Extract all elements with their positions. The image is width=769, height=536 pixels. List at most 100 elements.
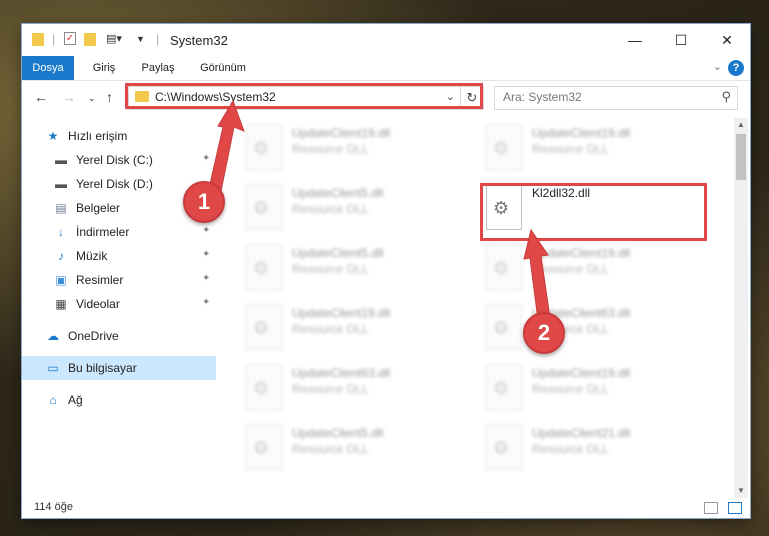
pin-icon[interactable]: ✦ — [202, 249, 210, 260]
dll-file-icon: ⚙ — [486, 424, 522, 470]
forward-arrow-icon[interactable]: → — [62, 89, 76, 105]
file-item[interactable]: ⚙ UpdateClient19.dll Resource DLL — [486, 244, 706, 294]
file-type: Resource DLL — [292, 262, 369, 276]
scroll-up-icon[interactable]: ▲ — [734, 118, 748, 132]
file-item[interactable]: ⚙ UpdateClient19.dll Resource DLL — [486, 124, 706, 174]
file-item[interactable]: ⚙ UpdateClient5.dll Resource DLL — [246, 244, 466, 294]
tiles-view-icon[interactable] — [728, 502, 742, 514]
recent-locations-chevron-icon[interactable]: ⌄ — [88, 93, 96, 104]
sidebar-item-pictures[interactable]: ▣ Resimler ✦ — [22, 268, 216, 292]
file-item[interactable]: ⚙ UpdateClient19.dll Resource DLL — [246, 124, 466, 174]
quick-access-dropdown-icon[interactable]: ▼ — [136, 34, 145, 50]
videos-icon: ▦ — [55, 297, 67, 311]
sidebar-item-label: Belgeler — [76, 201, 121, 215]
properties-icon[interactable]: ✓ — [64, 32, 76, 45]
gear-icon: ⚙ — [493, 318, 510, 338]
file-item[interactable]: ⚙ UpdateClient63.dll Resource DLL — [246, 364, 466, 414]
sidebar-item-quick-access[interactable]: ★ Hızlı erişim — [22, 124, 216, 148]
file-type: Resource DLL — [532, 442, 609, 456]
back-arrow-icon[interactable]: ← — [34, 89, 48, 105]
search-icon[interactable]: ⚲ — [721, 89, 731, 105]
sidebar-item-local-disk-c[interactable]: ▬ Yerel Disk (C:) ✦ — [22, 148, 216, 172]
gear-icon: ⚙ — [493, 378, 510, 398]
sidebar-item-label: Müzik — [76, 249, 108, 263]
file-item[interactable]: ⚙ UpdateClient5.dll Resource DLL — [246, 424, 466, 474]
sidebar-item-videos[interactable]: ▦ Videolar ✦ — [22, 292, 216, 316]
file-type: Resource DLL — [292, 322, 369, 336]
drive-icon: ▬ — [55, 153, 67, 167]
dll-file-icon: ⚙ — [246, 424, 282, 470]
scroll-down-icon[interactable]: ▼ — [734, 484, 748, 498]
tab-share[interactable]: Paylaş — [134, 56, 182, 80]
gear-icon: ⚙ — [493, 258, 510, 278]
new-folder-icon[interactable] — [84, 33, 96, 46]
sidebar-item-onedrive[interactable]: ☁ OneDrive — [22, 324, 216, 348]
gear-icon: ⚙ — [493, 138, 510, 158]
file-type: Resource DLL — [292, 382, 369, 396]
title-bar: | ✓ ▤▾ ▼ | System32 — ☐ ✕ — [22, 24, 750, 56]
sidebar-item-this-pc[interactable]: ▭ Bu bilgisayar — [22, 356, 216, 380]
dll-file-icon: ⚙ — [246, 244, 282, 290]
gear-icon: ⚙ — [253, 318, 270, 338]
pin-icon[interactable]: ✦ — [202, 273, 210, 284]
file-name: UpdateClient5.dll — [292, 186, 384, 200]
step-badge-1: 1 — [183, 181, 225, 223]
sidebar-item-label: Ağ — [68, 393, 83, 407]
file-name: UpdateClient5.dll — [292, 426, 384, 440]
sidebar-item-network[interactable]: ⌂ Ağ — [22, 388, 216, 412]
dll-file-icon: ⚙ — [246, 124, 282, 170]
scrollbar-thumb[interactable] — [736, 134, 746, 180]
tab-view[interactable]: Görünüm — [194, 56, 252, 80]
customize-toolbar-icon[interactable]: ▤▾ — [106, 32, 122, 48]
up-arrow-icon[interactable]: ↑ — [106, 89, 113, 105]
gear-icon: ⚙ — [253, 378, 270, 398]
close-button[interactable]: ✕ — [704, 24, 750, 56]
sidebar-item-label: Resimler — [76, 273, 124, 287]
file-name: UpdateClient63.dll — [292, 366, 391, 380]
dll-file-icon: ⚙ — [486, 244, 522, 290]
file-list: ⚙ UpdateClient19.dll Resource DLL ⚙ Upda… — [234, 118, 732, 498]
sidebar-item-label: Hızlı erişim — [68, 129, 128, 143]
file-name: UpdateClient19.dll — [532, 246, 631, 260]
download-icon: ↓ — [58, 225, 64, 239]
step-badge-2: 2 — [523, 312, 565, 354]
sidebar-item-downloads[interactable]: ↓ İndirmeler ✦ — [22, 220, 216, 244]
dll-file-icon: ⚙ — [246, 304, 282, 350]
ribbon-expand-icon[interactable]: ⌄ — [713, 60, 722, 73]
dll-file-icon: ⚙ — [486, 124, 522, 170]
file-type: Resource DLL — [532, 142, 609, 156]
sidebar-item-music[interactable]: ♪ Müzik ✦ — [22, 244, 216, 268]
file-type: Resource DLL — [292, 142, 369, 156]
tab-file[interactable]: Dosya — [22, 56, 74, 80]
dll-file-icon: ⚙ — [246, 364, 282, 410]
file-highlight-box — [480, 183, 707, 241]
pin-icon[interactable]: ✦ — [202, 297, 210, 308]
minimize-button[interactable]: — — [612, 24, 658, 56]
gear-icon: ⚙ — [253, 138, 270, 158]
computer-icon: ▭ — [47, 361, 59, 375]
search-placeholder: Ara: System32 — [503, 90, 582, 104]
vertical-scrollbar[interactable]: ▲ ▼ — [734, 118, 748, 498]
file-name: UpdateClient19.dll — [292, 306, 391, 320]
help-icon[interactable]: ? — [728, 60, 744, 76]
network-icon: ⌂ — [49, 393, 57, 407]
gear-icon: ⚙ — [253, 438, 270, 458]
file-item[interactable]: ⚙ UpdateClient19.dll Resource DLL — [486, 364, 706, 414]
documents-icon: ▤ — [55, 201, 67, 215]
file-name: UpdateClient19.dll — [292, 126, 391, 140]
file-type: Resource DLL — [532, 262, 609, 276]
sidebar-item-label: Bu bilgisayar — [68, 361, 137, 375]
file-name: UpdateClient19.dll — [532, 366, 631, 380]
pin-icon[interactable]: ✦ — [202, 153, 210, 164]
file-item[interactable]: ⚙ UpdateClient5.dll Resource DLL — [246, 184, 466, 234]
file-item[interactable]: ⚙ UpdateClient21.dll Resource DLL — [486, 424, 706, 474]
file-item[interactable]: ⚙ UpdateClient63.dll Resource DLL — [486, 304, 706, 354]
details-view-icon[interactable] — [704, 502, 718, 514]
sidebar-item-label: Yerel Disk (C:) — [76, 153, 153, 167]
maximize-button[interactable]: ☐ — [658, 24, 704, 56]
pin-icon[interactable]: ✦ — [202, 225, 210, 236]
search-box[interactable]: Ara: System32 ⚲ — [494, 86, 738, 110]
file-item[interactable]: ⚙ UpdateClient19.dll Resource DLL — [246, 304, 466, 354]
tab-home[interactable]: Giriş — [84, 56, 124, 80]
dll-file-icon: ⚙ — [486, 364, 522, 410]
